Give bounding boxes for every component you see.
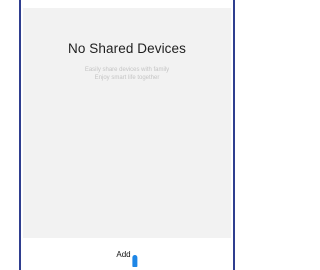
- empty-state-subtitle-line-1: Easily share devices with family: [84, 67, 170, 73]
- touch-pointer-icon: [132, 255, 138, 267]
- shared-devices-panel: No Shared Devices Easily share devices w…: [23, 8, 231, 238]
- add-button[interactable]: Add: [116, 250, 138, 267]
- empty-state-subtitle-line-2: Enjoy smart life together: [94, 75, 160, 81]
- empty-state-subtitle: Easily share devices with family Enjoy s…: [23, 66, 231, 82]
- add-button-label: Add: [116, 250, 131, 259]
- bottom-action-bar: Add: [23, 238, 231, 270]
- empty-state-title: No Shared Devices: [67, 41, 186, 56]
- phone-frame: No Shared Devices Easily share devices w…: [19, 0, 235, 270]
